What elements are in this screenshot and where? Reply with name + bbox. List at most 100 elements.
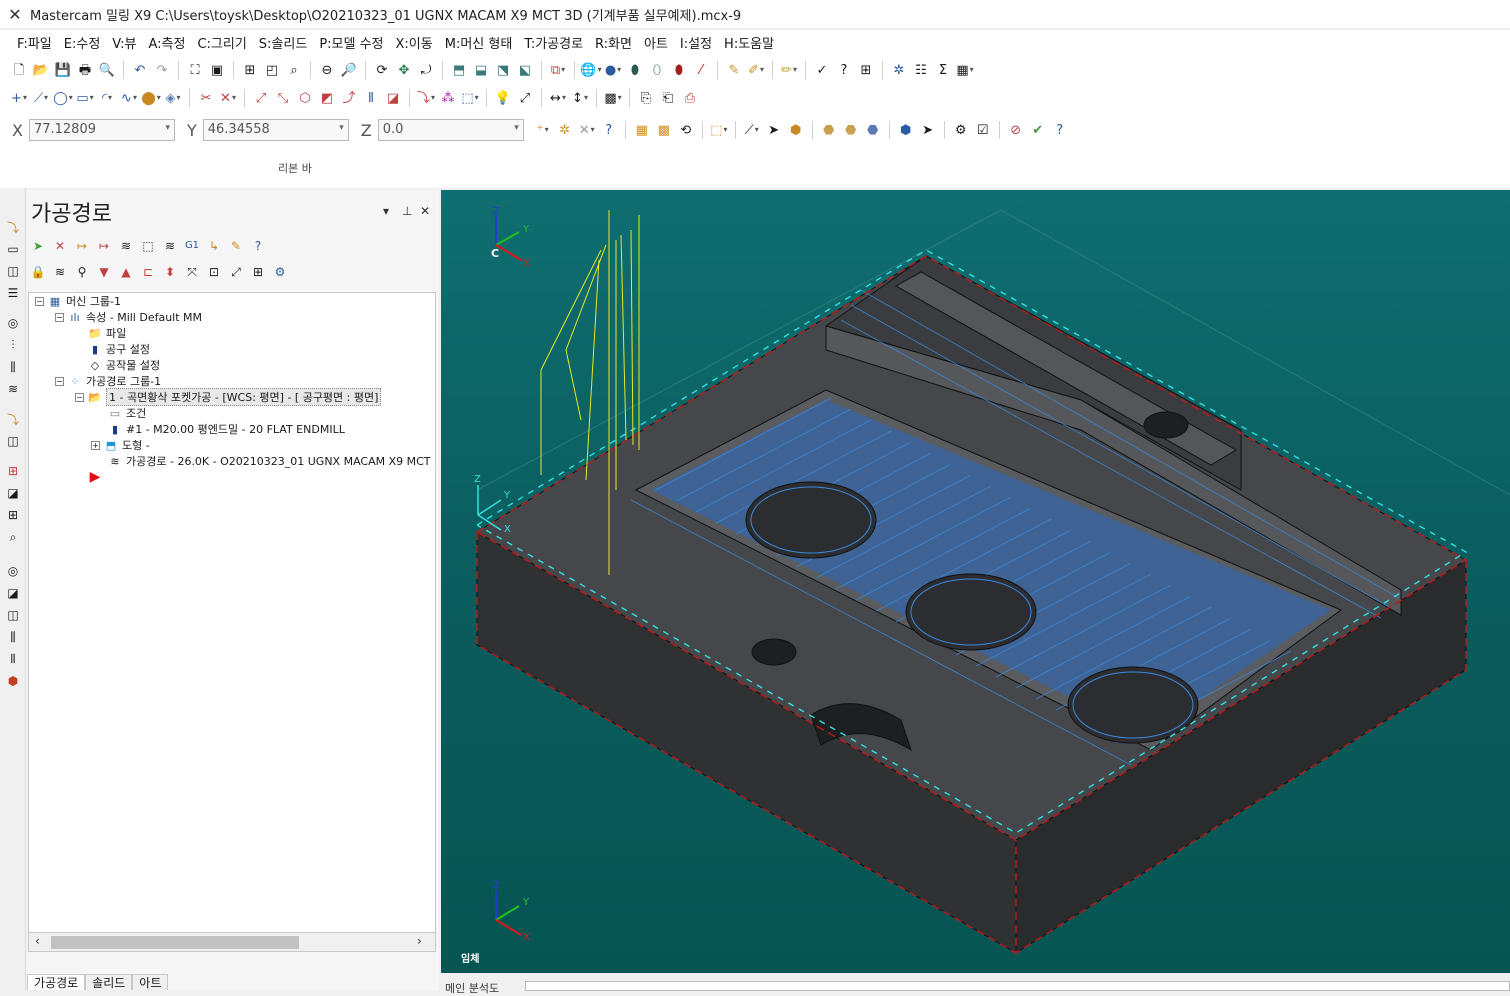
strip-tool-icon-15[interactable]: ◎	[4, 562, 22, 580]
surface-icon[interactable]: ◈	[163, 88, 183, 108]
zoom-selected-icon[interactable]: ⌕	[284, 60, 304, 80]
tab-art[interactable]: 아트	[132, 974, 169, 990]
expand-icon[interactable]: ⤧	[182, 262, 202, 282]
menu-help[interactable]: H:도움말	[719, 31, 779, 54]
menu-view[interactable]: V:뷰	[107, 31, 141, 54]
move-down-icon[interactable]: ▼	[94, 262, 114, 282]
scroll-thumb[interactable]	[51, 936, 299, 949]
strip-tool-icon-3[interactable]: ◫	[4, 262, 22, 280]
xform-icon-1[interactable]: ⤢	[251, 88, 271, 108]
menu-solids[interactable]: S:솔리드	[254, 31, 313, 54]
strip-tool-icon-5[interactable]: ◎	[4, 314, 22, 332]
strip-tool-icon-4[interactable]: ☰	[4, 284, 22, 302]
puzzle-icon[interactable]: ✲	[889, 60, 909, 80]
strip-tool-icon-14[interactable]: ⌕	[4, 528, 22, 546]
select-icon-1[interactable]: ▦	[632, 120, 652, 140]
strip-tool-icon-16[interactable]: ◪	[4, 584, 22, 602]
toggle-posting-icon[interactable]: ⚲	[72, 262, 92, 282]
wireframe-icon[interactable]: ⬯	[647, 60, 667, 80]
circle-icon[interactable]: ◯	[53, 88, 73, 108]
print-icon[interactable]: 🖶	[75, 60, 95, 80]
spline-icon[interactable]: ∿	[119, 88, 139, 108]
globe-icon[interactable]: 🌐	[580, 60, 601, 80]
strip-tool-icon-10[interactable]: ◫	[4, 432, 22, 450]
verify-icon[interactable]: ⬚	[138, 236, 158, 256]
scroll-right-icon[interactable]: ›	[417, 934, 422, 948]
regen-dirty-icon[interactable]: ↦	[94, 236, 114, 256]
scroll-left-icon[interactable]: ‹	[35, 934, 40, 948]
strip-tool-icon-18[interactable]: ⫼	[4, 628, 22, 646]
menu-toolpaths[interactable]: T:가공경로	[519, 31, 588, 54]
nest-icon[interactable]: ⬚	[460, 88, 480, 108]
strip-tool-icon-12[interactable]: ◪	[4, 484, 22, 502]
print-preview-icon[interactable]: 🔍	[97, 60, 117, 80]
menu-edit[interactable]: E:수정	[59, 31, 106, 54]
zoom-out-icon[interactable]: 🔎	[339, 60, 359, 80]
high-feed-icon[interactable]: ✎	[226, 236, 246, 256]
zoom-target-icon[interactable]: ◰	[262, 60, 282, 80]
face-icon-2[interactable]: ⬣	[841, 120, 861, 140]
panel-dropdown-icon[interactable]: ▾	[383, 204, 389, 218]
ok-icon[interactable]: ✔	[1028, 120, 1048, 140]
tree-node-toolpath-group[interactable]: − ⁘ 가공경로 그룹-1	[55, 373, 161, 389]
unzoom-icon[interactable]: ⊖	[317, 60, 337, 80]
tree-node-machine-group[interactable]: − ▦ 머신 그룹-1	[35, 293, 121, 309]
redo-icon[interactable]: ↷	[152, 60, 172, 80]
tree-node-geometry[interactable]: + ⬒ 도형 -	[91, 437, 150, 453]
view-right-icon[interactable]: ⬔	[493, 60, 513, 80]
xform-icon-5[interactable]: ⤴	[339, 88, 359, 108]
view-top-icon[interactable]: ⬒	[449, 60, 469, 80]
vector-icon[interactable]: ⟋	[742, 120, 762, 140]
text-icon-1[interactable]: ⎘	[636, 88, 656, 108]
body-icon[interactable]: ⬢	[896, 120, 916, 140]
dimension-v-icon[interactable]: ↕	[570, 88, 590, 108]
strip-tool-icon-9[interactable]: ⤵	[4, 410, 22, 428]
xform-icon-3[interactable]: ⬡	[295, 88, 315, 108]
solid-select-icon[interactable]: ⬢	[786, 120, 806, 140]
menu-art[interactable]: 아트	[639, 31, 673, 54]
select-failed-ops-icon[interactable]: ✕	[50, 236, 70, 256]
collapse-toggle[interactable]: −	[55, 376, 64, 386]
refresh-icon[interactable]: ⟲	[676, 120, 696, 140]
help-query-icon[interactable]: ?	[834, 60, 854, 80]
measure-icon[interactable]: ⤢	[515, 88, 535, 108]
collapse-toggle[interactable]: −	[75, 392, 84, 402]
cylinder-icon[interactable]: ⬤	[141, 88, 161, 108]
insert-arrow-icon[interactable]: ⊏	[138, 262, 158, 282]
xform-icon-2[interactable]: ⤡	[273, 88, 293, 108]
graphics-viewport[interactable]: Z Y X C Z Y X Z Y X 임체	[441, 190, 1510, 973]
view-front-icon[interactable]: ⬓	[471, 60, 491, 80]
close-icon[interactable]: ✕	[420, 204, 430, 218]
view-cube-icon[interactable]: ⧉	[548, 60, 568, 80]
check-select-icon[interactable]: ☑	[973, 120, 993, 140]
strip-tool-icon-7[interactable]: ⫼	[4, 358, 22, 376]
strip-tool-icon-2[interactable]: ▭	[4, 240, 22, 258]
strip-tool-icon-11[interactable]: ⊞	[4, 462, 22, 480]
pan-icon[interactable]: ✥	[394, 60, 414, 80]
tree-node-tool[interactable]: ▮ #1 - M20.00 평엔드밀 - 20 FLAT ENDMILL	[107, 421, 345, 437]
tree-node-files[interactable]: 📁 파일	[87, 325, 126, 341]
toolpath-options-icon[interactable]: ⊞	[248, 262, 268, 282]
light-icon[interactable]: 💡	[493, 88, 513, 108]
menu-screen[interactable]: R:화면	[590, 31, 637, 54]
fit-icon[interactable]: ⛶	[185, 60, 205, 80]
strip-tool-icon-19[interactable]: ⫴	[4, 650, 22, 668]
menu-settings[interactable]: I:설정	[675, 31, 717, 54]
move-up-icon[interactable]: ▲	[116, 262, 136, 282]
x-field[interactable]: 77.12809	[28, 119, 175, 141]
point-icon[interactable]: +	[9, 88, 29, 108]
menu-analyze[interactable]: A:측정	[143, 31, 190, 54]
tree-horizontal-scrollbar[interactable]: ‹ ›	[28, 932, 436, 952]
menu-file[interactable]: F:파일	[12, 31, 57, 54]
trim-icon[interactable]: ✂	[196, 88, 216, 108]
strip-tool-icon-17[interactable]: ◫	[4, 606, 22, 624]
strip-tool-icon-8[interactable]: ≋	[4, 380, 22, 398]
xform-icon-6[interactable]: ⫴	[361, 88, 381, 108]
hatch-icon[interactable]: ▩	[603, 88, 623, 108]
tree-node-operation[interactable]: − 📂 1 - 곡면황삭 포켓가공 - [WCS: 평면] - [ 공구평면 :…	[75, 388, 382, 406]
regen-all-icon[interactable]: ↦	[72, 236, 92, 256]
text-icon-2[interactable]: ⎗	[658, 88, 678, 108]
panel-help-icon[interactable]: ?	[248, 236, 268, 256]
undo-icon[interactable]: ↶	[130, 60, 150, 80]
menu-xform[interactable]: X:이동	[391, 31, 438, 54]
